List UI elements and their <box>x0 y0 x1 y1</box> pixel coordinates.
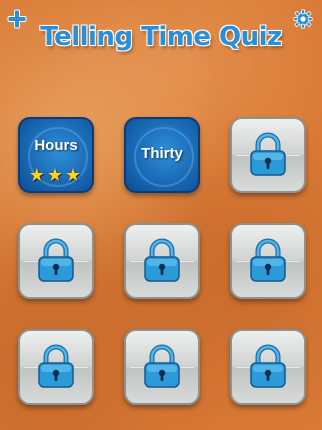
level-label: Thirty <box>141 145 183 162</box>
level-grid: Hours ★★★ Thirty <box>18 117 306 423</box>
level-tile-locked[interactable] <box>124 329 200 405</box>
level-tile-locked[interactable] <box>18 329 94 405</box>
padlock-icon <box>144 344 180 388</box>
padlock-icon <box>250 132 286 176</box>
level-tile-locked[interactable] <box>230 329 306 405</box>
level-tile-locked[interactable] <box>230 117 306 193</box>
padlock-icon <box>38 344 74 388</box>
padlock-icon <box>250 238 286 282</box>
level-tile-thirty[interactable]: Thirty <box>124 117 200 193</box>
level-tile-locked[interactable] <box>18 223 94 299</box>
page-title: Telling Time Quiz <box>40 22 282 52</box>
level-tile-locked[interactable] <box>124 223 200 299</box>
level-tile-hours[interactable]: Hours ★★★ <box>18 117 94 193</box>
padlock-icon <box>144 238 180 282</box>
padlock-icon <box>250 344 286 388</box>
padlock-icon <box>38 238 74 282</box>
level-tile-locked[interactable] <box>230 223 306 299</box>
level-label: Hours <box>34 137 78 154</box>
star-rating: ★★★ <box>28 165 84 186</box>
